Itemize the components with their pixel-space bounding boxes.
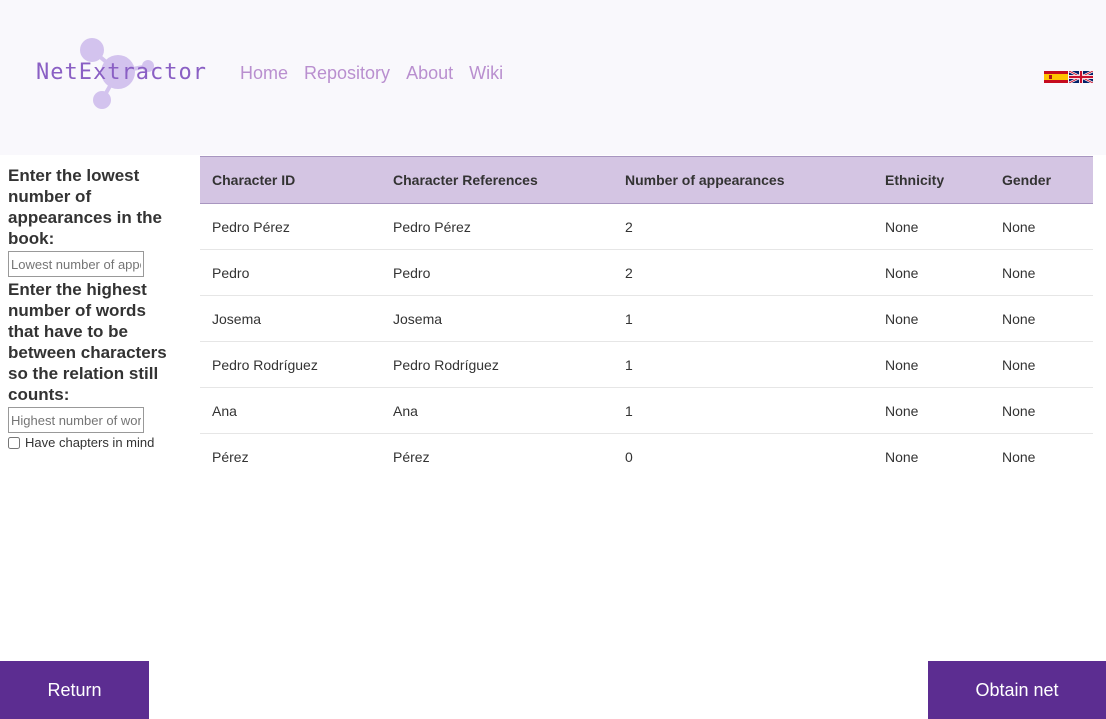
header: NetExtractor Home Repository About Wiki: [0, 0, 1106, 155]
table-row[interactable]: Josema Josema 1 None None: [200, 296, 1093, 342]
table-row[interactable]: Pedro Pedro 2 None None: [200, 250, 1093, 296]
col-character-references[interactable]: Character References: [381, 157, 613, 204]
nav-home[interactable]: Home: [240, 63, 288, 84]
min-appearances-label: Enter the lowest number of appearances i…: [8, 166, 163, 248]
netextractor-logo[interactable]: NetExtractor: [30, 30, 210, 120]
chapters-checkbox-row[interactable]: Have chapters in mind: [8, 435, 168, 450]
cell-appearances: 1: [625, 356, 633, 373]
cell-gender: None: [1002, 310, 1036, 327]
cell-ethnicity: None: [885, 310, 919, 327]
cell-appearances: 2: [625, 264, 633, 281]
cell-gender: None: [1002, 448, 1036, 465]
cell-character-references: Josema: [393, 310, 443, 327]
chapters-checkbox[interactable]: [8, 436, 20, 449]
nav-about[interactable]: About: [406, 63, 453, 84]
table-header-row: Character ID Character References Number…: [200, 156, 1093, 204]
cell-character-id: Pedro Rodríguez: [212, 356, 318, 373]
cell-ethnicity: None: [885, 402, 919, 419]
cell-appearances: 1: [625, 310, 633, 327]
return-button[interactable]: Return: [0, 661, 149, 719]
cell-ethnicity: None: [885, 264, 919, 281]
nav-wiki[interactable]: Wiki: [469, 63, 503, 84]
cell-appearances: 2: [625, 218, 633, 235]
logo-text: NetExtractor: [36, 60, 207, 85]
characters-table: Character ID Character References Number…: [200, 156, 1093, 480]
min-appearances-input[interactable]: [8, 251, 144, 277]
cell-character-references: Pérez: [393, 448, 430, 465]
col-character-id[interactable]: Character ID: [200, 157, 381, 204]
cell-appearances: 0: [625, 448, 633, 465]
cell-ethnicity: None: [885, 448, 919, 465]
cell-character-id: Pérez: [212, 448, 249, 465]
cell-gender: None: [1002, 356, 1036, 373]
table-row[interactable]: Ana Ana 1 None None: [200, 388, 1093, 434]
cell-character-id: Josema: [212, 310, 262, 327]
obtain-net-button[interactable]: Obtain net: [928, 661, 1106, 719]
col-ethnicity[interactable]: Ethnicity: [873, 157, 990, 204]
col-number-of-appearances[interactable]: Number of appearances: [613, 157, 873, 204]
table-row[interactable]: Pérez Pérez 0 None None: [200, 434, 1093, 480]
chapters-checkbox-label: Have chapters in mind: [25, 435, 155, 450]
col-gender[interactable]: Gender: [990, 157, 1093, 204]
cell-appearances: 1: [625, 402, 633, 419]
main-nav: Home Repository About Wiki: [240, 63, 519, 84]
cell-character-id: Pedro Pérez: [212, 218, 290, 235]
uk-flag-icon[interactable]: [1069, 71, 1093, 83]
language-switcher: [1044, 71, 1093, 83]
cell-gender: None: [1002, 218, 1036, 235]
cell-character-id: Pedro: [212, 264, 250, 281]
filter-sidebar: Enter the lowest number of appearances i…: [8, 165, 168, 450]
cell-character-id: Ana: [212, 402, 237, 419]
cell-character-references: Pedro Pérez: [393, 218, 471, 235]
table-row[interactable]: Pedro Rodríguez Pedro Rodríguez 1 None N…: [200, 342, 1093, 388]
cell-ethnicity: None: [885, 218, 919, 235]
cell-character-references: Pedro: [393, 264, 431, 281]
cell-character-references: Pedro Rodríguez: [393, 356, 499, 373]
max-words-input[interactable]: [8, 407, 144, 433]
cell-gender: None: [1002, 264, 1036, 281]
spanish-flag-icon[interactable]: [1044, 71, 1068, 83]
cell-character-references: Ana: [393, 402, 418, 419]
table-row[interactable]: Pedro Pérez Pedro Pérez 2 None None: [200, 204, 1093, 250]
nav-repository[interactable]: Repository: [304, 63, 390, 84]
cell-ethnicity: None: [885, 356, 919, 373]
cell-gender: None: [1002, 402, 1036, 419]
max-words-label: Enter the highest number of words that h…: [8, 280, 167, 404]
